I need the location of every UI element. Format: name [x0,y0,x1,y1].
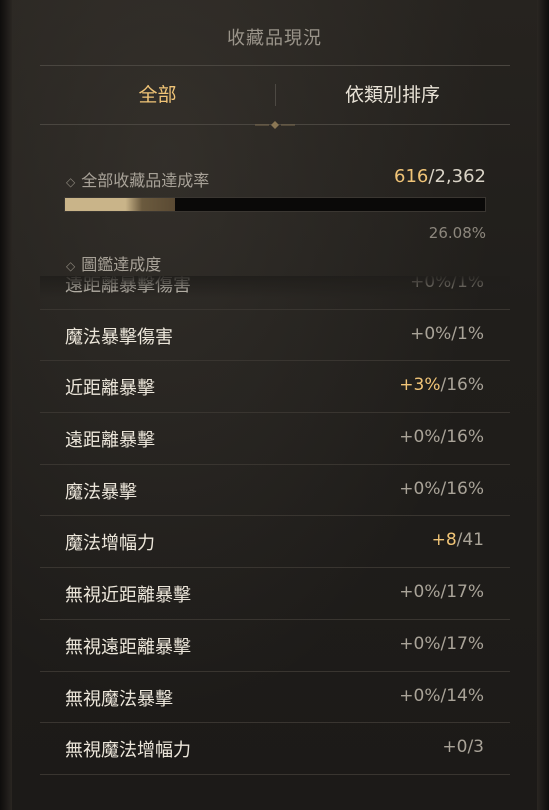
stat-name: 無視遠距離暴擊 [65,636,191,658]
stat-max: /16% [440,478,484,499]
overall-current: 616 [394,166,429,187]
overall-count: 616/2,362 [394,166,486,187]
stat-name: 無視魔法增幅力 [65,740,191,762]
stat-value: +0%/1% [410,324,484,344]
overall-completion-label: ◇ 全部收藏品達成率 [66,171,210,190]
stat-value: +0%/14% [399,686,484,706]
stat-increase: +0% [410,323,452,344]
codex-completion-label: ◇ 圖鑑達成度 [66,255,162,274]
stat-value: +0%/16% [399,479,484,499]
panel-title: 收藏品現況 [227,28,322,49]
stat-increase: +8 [431,530,457,551]
overall-progress-bar [64,197,486,212]
stat-row: 無視魔法增幅力 +0/3 [40,723,510,775]
tab-all[interactable]: 全部 [40,66,275,124]
stat-increase: +3% [399,375,441,396]
stat-row: 魔法暴擊傷害 +0%/1% [40,310,510,362]
stat-increase: +0% [399,427,441,448]
stat-name: 魔法暴擊 [65,481,137,503]
collection-status-panel: 收藏品現況 全部 依類別排序 ◇ 全部收藏品達成率 616/2,362 26.08… [0,0,549,810]
stat-max: /17% [440,633,484,654]
diamond-bullet-icon: ◇ [66,175,76,189]
stat-max: /16% [440,427,484,448]
stat-row: 無視魔法暴擊 +0%/14% [40,672,510,724]
stat-max: /16% [440,375,484,396]
stat-value: +3%/16% [399,375,484,395]
stat-list-scroll: 遠距離暴擊傷害+0%/1%魔法暴擊傷害+0%/1%近距離暴擊+3%/16%遠距離… [40,276,510,775]
stat-increase: +0% [399,685,441,706]
stat-increase: +0% [399,633,441,654]
overall-total: 2,362 [434,166,486,187]
stat-value: +0%/17% [399,582,484,602]
stat-max: /17% [440,582,484,603]
stat-increase: +0% [399,582,441,603]
stat-name: 魔法增幅力 [65,533,155,555]
ornament-icon [255,121,295,129]
stat-max: /41 [456,530,484,551]
tab-sort-by-category[interactable]: 依類別排序 [275,66,510,124]
stat-row: 近距離暴擊 +3%/16% [40,361,510,414]
diamond-bullet-icon: ◇ [66,259,76,273]
stat-name: 魔法暴擊傷害 [65,326,173,348]
overall-percent: 26.08% [428,224,486,242]
stat-row: 魔法暴擊 +0%/16% [40,465,510,517]
stat-value: +0/3 [442,737,484,757]
panel-left-edge [0,0,12,810]
stat-max: /3 [467,737,484,758]
stat-value: +8/41 [432,530,484,550]
panel-right-edge [537,0,549,810]
stat-name: 無視近距離暴擊 [65,585,191,607]
stat-name: 遠距離暴擊 [65,430,155,452]
stat-row: 遠距離暴擊 +0%/16% [40,413,510,465]
stat-value: +0%/17% [399,634,484,654]
list-top-fade [40,276,510,298]
stat-name: 無視魔法暴擊 [65,688,173,710]
stat-name: 近距離暴擊 [65,378,155,400]
stat-value: +0%/16% [399,427,484,447]
stat-increase: +0 [442,737,468,758]
overall-progress-fill [65,198,175,211]
stat-max: /1% [451,323,484,344]
stat-row: 無視遠距離暴擊 +0%/17% [40,620,510,672]
stat-row: 無視近距離暴擊 +0%/17% [40,568,510,620]
stat-increase: +0% [399,478,441,499]
tab-bar: 全部 依類別排序 [40,66,510,124]
stat-max: /14% [440,685,484,706]
stat-list[interactable]: 遠距離暴擊傷害+0%/1%魔法暴擊傷害+0%/1%近距離暴擊+3%/16%遠距離… [40,276,510,810]
stat-row: 魔法增幅力 +8/41 [40,516,510,569]
